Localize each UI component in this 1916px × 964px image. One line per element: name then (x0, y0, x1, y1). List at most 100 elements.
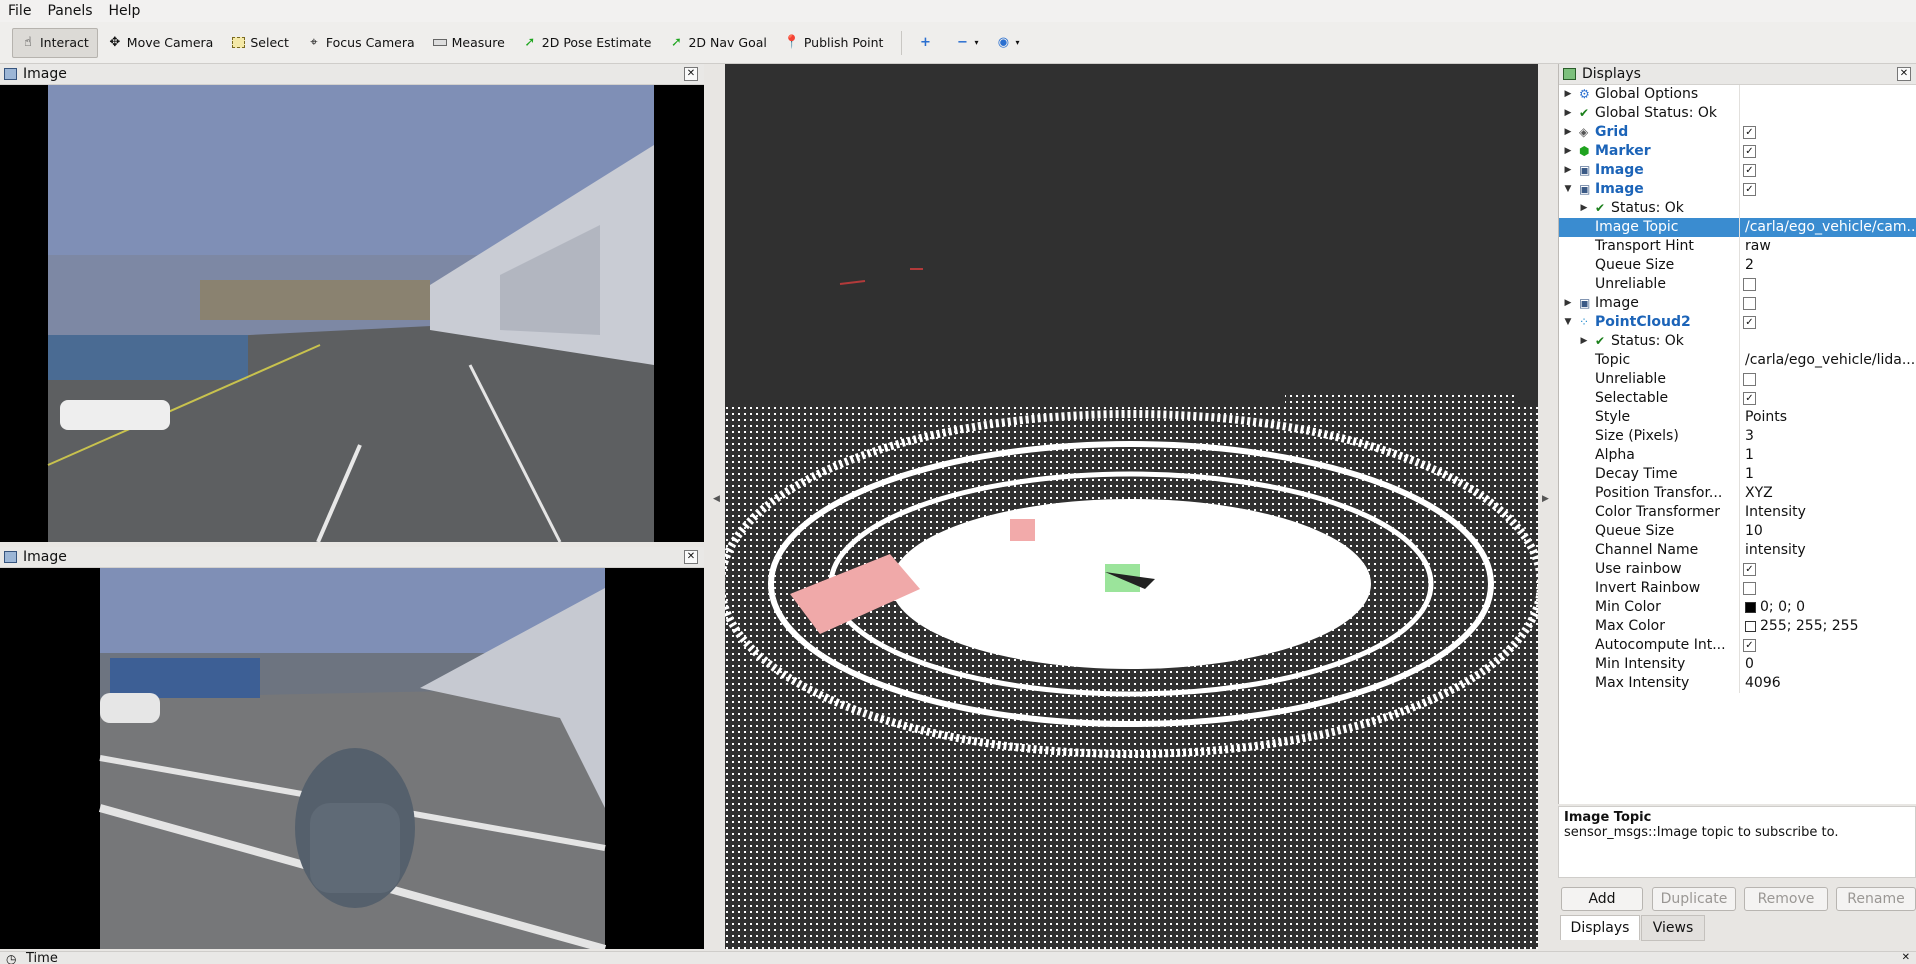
display-row-channel-name[interactable]: Channel Name intensity (1559, 541, 1916, 560)
display-row-autocompute-int[interactable]: Autocompute Int... ✓ (1559, 636, 1916, 655)
display-row-value[interactable]: /carla/ego_vehicle/lida... (1741, 351, 1916, 370)
checkbox[interactable]: ✓ (1743, 183, 1756, 196)
display-row-min-intensity[interactable]: Min Intensity 0 (1559, 655, 1916, 674)
close-icon[interactable]: ✕ (1902, 952, 1910, 963)
display-row-value[interactable]: 0 (1741, 655, 1916, 674)
display-row-position-transfor[interactable]: Position Transfor... XYZ (1559, 484, 1916, 503)
checkbox[interactable] (1743, 582, 1756, 595)
close-icon[interactable]: ✕ (684, 550, 698, 564)
2d-pose-estimate-tool-button[interactable]: ➚ 2D Pose Estimate (515, 29, 660, 57)
display-row-image[interactable]: ▶ ▣ Image ✓ (1559, 161, 1916, 180)
display-row-value[interactable]: 0; 0; 0 (1741, 598, 1916, 617)
display-row-marker[interactable]: ▶ ⬢ Marker ✓ (1559, 142, 1916, 161)
display-row-max-color[interactable]: Max Color 255; 255; 255 (1559, 617, 1916, 636)
display-row-max-intensity[interactable]: Max Intensity 4096 (1559, 674, 1916, 693)
display-row-value[interactable]: intensity (1741, 541, 1916, 560)
checkbox[interactable]: ✓ (1743, 164, 1756, 177)
move-camera-tool-button[interactable]: ✥ Move Camera (100, 29, 222, 57)
tab-views[interactable]: Views (1641, 915, 1705, 941)
rename-button[interactable]: Rename (1836, 887, 1916, 911)
checkbox[interactable]: ✓ (1743, 126, 1756, 139)
menu-file[interactable]: File (0, 0, 39, 22)
checkbox[interactable]: ✓ (1743, 145, 1756, 158)
display-row-image[interactable]: ▶ ▣ Image (1559, 294, 1916, 313)
display-row-style[interactable]: Style Points (1559, 408, 1916, 427)
display-row-queue-size[interactable]: Queue Size 2 (1559, 256, 1916, 275)
checkbox[interactable] (1743, 297, 1756, 310)
menu-help[interactable]: Help (101, 0, 149, 22)
display-row-value[interactable]: 1 (1741, 446, 1916, 465)
add-button[interactable]: Add (1561, 887, 1643, 911)
display-row-global-options[interactable]: ▶ ⚙ Global Options (1559, 85, 1916, 104)
remove-tool-button[interactable]: − ▾ (947, 29, 986, 57)
add-tool-button[interactable]: + (910, 29, 945, 57)
expand-right-arrow-icon[interactable]: ▶ (1563, 161, 1573, 180)
display-row-alpha[interactable]: Alpha 1 (1559, 446, 1916, 465)
focus-camera-tool-button[interactable]: ⌖ Focus Camera (299, 29, 423, 57)
measure-tool-button[interactable]: Measure (425, 29, 513, 57)
display-row-image[interactable]: ▼ ▣ Image ✓ (1559, 180, 1916, 199)
display-row-value[interactable]: /carla/ego_vehicle/cam... (1741, 218, 1916, 237)
display-row-decay-time[interactable]: Decay Time 1 (1559, 465, 1916, 484)
display-row-value[interactable]: 1 (1741, 465, 1916, 484)
display-row-value[interactable]: 2 (1741, 256, 1916, 275)
3d-viewport[interactable] (725, 64, 1538, 949)
interact-tool-button[interactable]: ☝ Interact (12, 27, 98, 58)
display-row-value[interactable]: raw (1741, 237, 1916, 256)
display-row-queue-size[interactable]: Queue Size 10 (1559, 522, 1916, 541)
display-row-image-topic[interactable]: Image Topic/carla/ego_vehicle/cam... (1559, 218, 1916, 237)
tab-displays[interactable]: Displays (1560, 915, 1640, 940)
display-row-invert-rainbow[interactable]: Invert Rainbow (1559, 579, 1916, 598)
checkbox[interactable]: ✓ (1743, 563, 1756, 576)
remove-button[interactable]: Remove (1744, 887, 1828, 911)
display-row-global-status-ok[interactable]: ▶ ✔ Global Status: Ok (1559, 104, 1916, 123)
expand-down-arrow-icon[interactable]: ▼ (1563, 313, 1573, 332)
display-row-grid[interactable]: ▶ ◈ Grid ✓ (1559, 123, 1916, 142)
display-row-value[interactable]: Intensity (1741, 503, 1916, 522)
color-swatch[interactable] (1745, 620, 1756, 632)
display-row-status-ok[interactable]: ▶ ✔ Status: Ok (1559, 199, 1916, 218)
duplicate-button[interactable]: Duplicate (1652, 887, 1736, 911)
collapse-left-arrow-icon[interactable]: ◀ (713, 494, 720, 504)
display-row-status-ok[interactable]: ▶ ✔ Status: Ok (1559, 332, 1916, 351)
expand-down-arrow-icon[interactable]: ▼ (1563, 180, 1573, 199)
expand-right-arrow-icon[interactable]: ▶ (1579, 332, 1589, 351)
expand-right-arrow-icon[interactable]: ▶ (1563, 85, 1573, 104)
view-options-button[interactable]: ◉ ▾ (988, 29, 1027, 57)
publish-point-tool-button[interactable]: 📍 Publish Point (777, 29, 892, 57)
2d-nav-goal-tool-button[interactable]: ➚ 2D Nav Goal (661, 29, 774, 57)
select-tool-button[interactable]: Select (223, 29, 297, 57)
expand-right-arrow-icon[interactable]: ▶ (1563, 142, 1573, 161)
panel-splitter-right[interactable]: ▶ (1538, 64, 1556, 949)
close-icon[interactable]: ✕ (684, 67, 698, 81)
display-row-size-pixels[interactable]: Size (Pixels) 3 (1559, 427, 1916, 446)
expand-right-arrow-icon[interactable]: ▶ (1563, 123, 1573, 142)
expand-right-arrow-icon[interactable]: ▶ (1563, 294, 1573, 313)
display-row-value[interactable]: 255; 255; 255 (1741, 617, 1916, 636)
expand-right-arrow-icon[interactable]: ▶ (1579, 199, 1589, 218)
display-row-topic[interactable]: Topic/carla/ego_vehicle/lida... (1559, 351, 1916, 370)
checkbox[interactable]: ✓ (1743, 392, 1756, 405)
menu-panels[interactable]: Panels (39, 0, 100, 22)
display-row-value[interactable]: 3 (1741, 427, 1916, 446)
display-row-transport-hint[interactable]: Transport Hint raw (1559, 237, 1916, 256)
display-row-pointcloud2[interactable]: ▼ ⁘ PointCloud2 ✓ (1559, 313, 1916, 332)
checkbox[interactable] (1743, 278, 1756, 291)
display-row-min-color[interactable]: Min Color 0; 0; 0 (1559, 598, 1916, 617)
panel-splitter[interactable]: ◀ (707, 64, 725, 949)
display-row-value[interactable]: 4096 (1741, 674, 1916, 693)
checkbox[interactable]: ✓ (1743, 639, 1756, 652)
display-row-unreliable[interactable]: Unreliable (1559, 275, 1916, 294)
collapse-right-arrow-icon[interactable]: ▶ (1542, 494, 1549, 504)
checkbox[interactable] (1743, 373, 1756, 386)
display-row-unreliable[interactable]: Unreliable (1559, 370, 1916, 389)
checkbox[interactable]: ✓ (1743, 316, 1756, 329)
display-row-value[interactable]: Points (1741, 408, 1916, 427)
display-row-value[interactable]: XYZ (1741, 484, 1916, 503)
close-icon[interactable]: ✕ (1897, 67, 1911, 81)
display-row-value[interactable]: 10 (1741, 522, 1916, 541)
color-swatch[interactable] (1745, 601, 1756, 613)
expand-right-arrow-icon[interactable]: ▶ (1563, 104, 1573, 123)
display-row-color-transformer[interactable]: Color Transformer Intensity (1559, 503, 1916, 522)
display-row-selectable[interactable]: Selectable ✓ (1559, 389, 1916, 408)
